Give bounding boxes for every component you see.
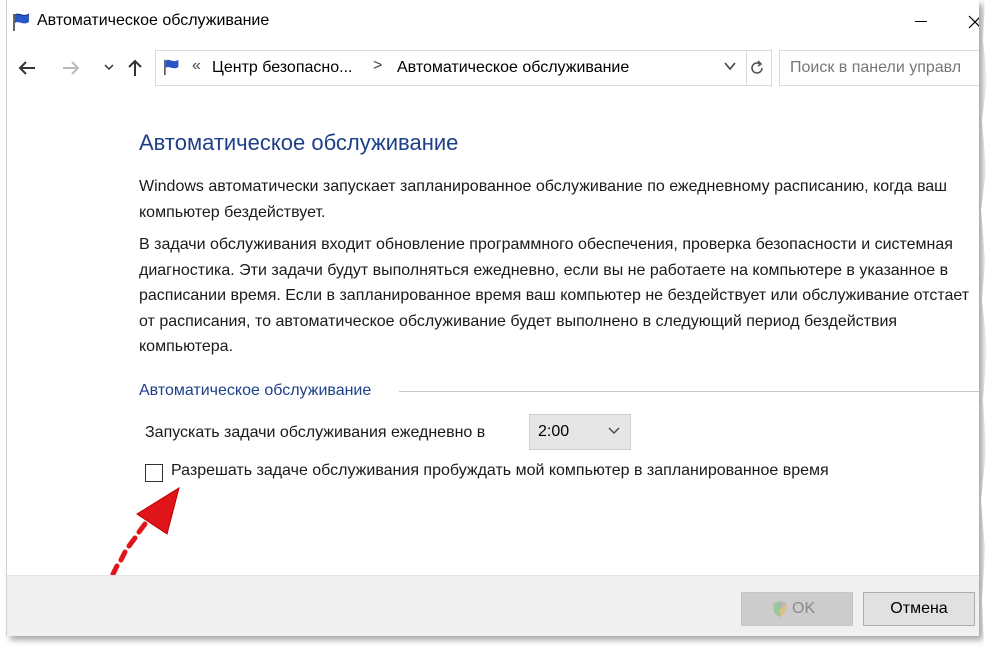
search-input[interactable]: Поиск в панели управл: [790, 59, 961, 77]
page-title: Автоматическое обслуживание: [139, 130, 459, 155]
up-button[interactable]: [123, 56, 147, 80]
description-paragraph-1: Windows автоматически запускает запланир…: [139, 178, 947, 221]
forward-arrow-icon: [63, 61, 80, 75]
address-bar[interactable]: « Центр безопасно... > Автоматическое об…: [155, 50, 747, 86]
chevron-down-icon: [608, 427, 620, 434]
description-paragraph-2: В задачи обслуживания входит обновление …: [139, 236, 970, 355]
wake-computer-checkbox[interactable]: [145, 464, 163, 482]
ok-button-label: OK: [792, 600, 816, 617]
wake-computer-label[interactable]: Разрешать задаче обслуживания пробуждать…: [171, 462, 829, 480]
refresh-button[interactable]: [743, 50, 772, 86]
breadcrumb-auto-maintenance[interactable]: Автоматическое обслуживание: [397, 59, 629, 77]
minimize-button[interactable]: [903, 8, 943, 36]
recent-locations-button[interactable]: [97, 58, 121, 82]
chevron-down-icon: [724, 62, 736, 71]
group-title: Автоматическое обслуживание: [139, 382, 372, 399]
window-title: Автоматическое обслуживание: [37, 12, 270, 29]
back-arrow-icon: [18, 61, 35, 75]
title-bar: Автоматическое обслуживание: [7, 0, 979, 44]
run-time-label: Запускать задачи обслуживания ежедневно …: [145, 424, 486, 441]
breadcrumb-security-center[interactable]: Центр безопасно...: [212, 59, 352, 77]
flag-icon: [164, 59, 179, 76]
flag-icon: [13, 13, 30, 31]
dialog-footer: OK Отмена: [7, 576, 979, 636]
cancel-button[interactable]: Отмена: [863, 592, 975, 626]
navigation-bar: « Центр безопасно... > Автоматическое об…: [7, 46, 979, 92]
search-box[interactable]: Поиск в панели управл: [779, 50, 979, 86]
up-arrow-icon: [128, 59, 142, 76]
forward-button[interactable]: [59, 56, 83, 80]
back-button[interactable]: [15, 56, 39, 80]
address-dropdown-button[interactable]: [723, 59, 737, 76]
time-select[interactable]: 2:00: [529, 414, 631, 450]
ok-button[interactable]: OK: [741, 592, 853, 626]
time-select-value: 2:00: [538, 423, 570, 440]
shield-icon: [773, 601, 787, 617]
refresh-icon: [751, 60, 763, 74]
breadcrumb-overflow[interactable]: «: [192, 57, 201, 75]
torn-edge-right: [975, 0, 999, 646]
chevron-down-icon: [104, 64, 114, 71]
breadcrumb-separator[interactable]: >: [373, 57, 382, 75]
control-panel-window: Автоматическое обслуживание « Центр безо…: [6, 0, 979, 636]
group-divider: [399, 391, 979, 392]
